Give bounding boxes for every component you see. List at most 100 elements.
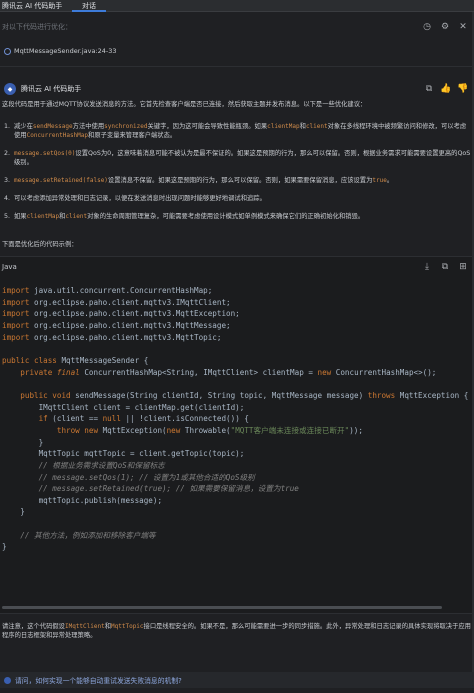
code-line: import java.util.concurrent.ConcurrentHa… <box>2 285 474 297</box>
inline-code: client <box>65 213 88 220</box>
code-line: private final ConcurrentHashMap<String, … <box>2 367 474 379</box>
list-item: 3. message.setRetained(false)设置消息不保留。如果这是… <box>0 176 472 185</box>
inline-code: clientMap <box>26 213 60 220</box>
text-run: 和原子变量来管理客户端状态。 <box>88 132 177 139</box>
thumbs-up-icon[interactable]: 👍 <box>440 84 451 94</box>
code-intro-text: 下面是优化后的代码示例： <box>2 241 78 248</box>
code-token: throw new <box>56 425 99 435</box>
inline-code: MqttTopic <box>111 623 144 630</box>
text-run: 请注意，这个代码假设 <box>2 623 65 630</box>
inline-code: true <box>372 177 387 184</box>
close-icon[interactable]: ✕ <box>458 22 468 32</box>
code-token: mqttTopic.publish(message); <box>2 495 163 505</box>
code-line: import org.eclipse.paho.client.mqttv3.IM… <box>2 297 474 309</box>
horizontal-scrollbar[interactable] <box>0 606 474 609</box>
code-line: public void sendMessage(String clientId,… <box>2 390 474 402</box>
code-token: "MQTT客户端未连接或连接已断开" <box>230 425 350 435</box>
list-item-text: 可以考虑添加异常处理和日志记录，以便在发送消息时出现问题时能够更好地调试和追踪。 <box>14 194 472 203</box>
thumbs-down-icon[interactable]: 👎 <box>457 84 468 94</box>
insert-icon[interactable]: ⤓ <box>422 262 432 272</box>
code-line: public class MqttMessageSender { <box>2 355 474 367</box>
new-file-icon[interactable]: ⊞ <box>458 262 468 272</box>
prompt-text[interactable]: 对以下代码进行优化： <box>0 22 422 32</box>
list-item-text: 如果clientMap和client对象的生命周期管理复杂，可能需要考虑使用设计… <box>14 212 472 221</box>
message-actions: ⧉ 👍 👎 <box>424 84 474 94</box>
code-line: if (client == null || !client.isConnecte… <box>2 413 474 425</box>
history-icon[interactable]: ◷ <box>422 22 432 32</box>
code-token: ConcurrentHashMap<String, IMqttClient> c… <box>79 367 318 377</box>
settings-icon[interactable]: ⚙ <box>440 22 450 32</box>
file-reference-chip[interactable]: MqttMessageSender.java:24-33 <box>0 44 117 58</box>
inline-code: client <box>305 123 328 130</box>
code-line: } <box>2 506 474 518</box>
inline-code: synchronized <box>104 123 148 130</box>
code-token: Throwable( <box>180 425 231 435</box>
text-run: 设置QoS为0，这意味着消息可能不被认为是最不保证的。如果这是预期的行为，那么可… <box>14 150 471 166</box>
follow-up-suggestion[interactable]: 请问，如何实现一个能够自动重试发送失败消息的机制? <box>0 672 474 688</box>
copy-code-icon[interactable]: ⧉ <box>440 262 450 272</box>
code-token: // 其他方法，例如添加和移除客户端等 <box>2 530 156 540</box>
code-token: if <box>38 414 48 424</box>
code-token: )); <box>349 425 363 435</box>
divider <box>0 66 474 67</box>
code-line: throw new MqttException(new Throwable("M… <box>2 425 474 437</box>
tab-chat[interactable]: 对话 <box>72 0 106 12</box>
code-content[interactable]: import java.util.concurrent.ConcurrentHa… <box>0 277 474 587</box>
code-line: // message.setRetained(true); // 如果需要保留消… <box>2 483 474 495</box>
code-token: java.util.concurrent.ConcurrentHashMap; <box>29 286 213 295</box>
text-run: 对象的生命周期管理复杂，可能需要考虑使用设计模式如单例模式来确保它们的正确初始化… <box>87 213 365 220</box>
inline-code: message.setQos(0) <box>14 150 76 157</box>
list-item-text: message.setRetained(false)设置消息不保留。如果这是预期… <box>14 176 472 185</box>
code-token: MqttTopic mqttTopic = client.getTopic(to… <box>2 449 245 459</box>
suggestion-list: 1. 减少在sendMessage方法中使用synchronized关键字，因为这… <box>0 122 472 230</box>
code-token: org.eclipse.paho.client.mqttv3.MqttTopic… <box>29 332 222 342</box>
file-icon <box>4 47 11 55</box>
code-line: // 根据业务需求设置QoS和保留标志 <box>2 460 474 472</box>
code-line: import org.eclipse.paho.client.mqttv3.Mq… <box>2 308 474 320</box>
list-number: 2. <box>4 150 11 157</box>
list-number: 5. <box>4 213 11 220</box>
code-line: // 其他方法，例如添加和移除客户端等 <box>2 530 474 542</box>
text-run: 减少在 <box>14 123 33 130</box>
code-token: private <box>20 367 53 377</box>
answer-intro: 这段代码是用于通过MQTT协议发送消息的方法。它首先检查客户端是否已连接，然后获… <box>2 101 367 108</box>
code-line: import org.eclipse.paho.client.mqttv3.Mq… <box>2 320 474 332</box>
text-run: 如果 <box>14 213 27 220</box>
copy-icon[interactable]: ⧉ <box>424 84 434 94</box>
code-language: Java <box>2 263 17 271</box>
code-line: import org.eclipse.paho.client.mqttv3.Mq… <box>2 332 474 344</box>
scrollbar-thumb[interactable] <box>2 606 442 609</box>
prompt-row: 对以下代码进行优化： ◷ ⚙ ✕ <box>0 16 474 38</box>
assistant-name: 腾讯云 AI 代码助手 <box>21 85 82 93</box>
code-line: MqttTopic mqttTopic = client.getTopic(to… <box>2 448 474 460</box>
answer-notes: 请注意，这个代码假设IMqttClient和MqttTopic接口是线程安全的。… <box>0 622 472 640</box>
code-token: sendMessage(String clientId, String topi… <box>70 390 368 400</box>
code-token: import <box>2 309 30 319</box>
code-token: (client == <box>47 414 103 424</box>
code-token: import <box>2 320 30 330</box>
code-token: } <box>2 437 44 447</box>
code-token: MqttException { <box>395 390 469 400</box>
code-token: } <box>2 542 7 552</box>
code-line: } <box>2 437 474 449</box>
list-number: 3. <box>4 177 11 184</box>
app-title: 腾讯云 AI 代码助手 <box>2 1 63 10</box>
inline-code: sendMessage <box>32 123 73 130</box>
inline-code: ConcurrentHashMap <box>26 132 89 139</box>
code-token: import <box>2 332 30 342</box>
inline-code: message.setRetained(false) <box>14 177 108 184</box>
code-line: } <box>2 541 474 553</box>
code-token: } <box>2 507 25 517</box>
code-token: org.eclipse.paho.client.mqttv3.MqttExcep… <box>29 309 240 319</box>
code-token: final <box>56 367 80 377</box>
code-token: new <box>317 367 332 377</box>
list-number: 4. <box>4 195 11 202</box>
code-token: ConcurrentHashMap<>(); <box>331 367 437 377</box>
code-token: || !client.isConnected()) { <box>120 414 249 424</box>
